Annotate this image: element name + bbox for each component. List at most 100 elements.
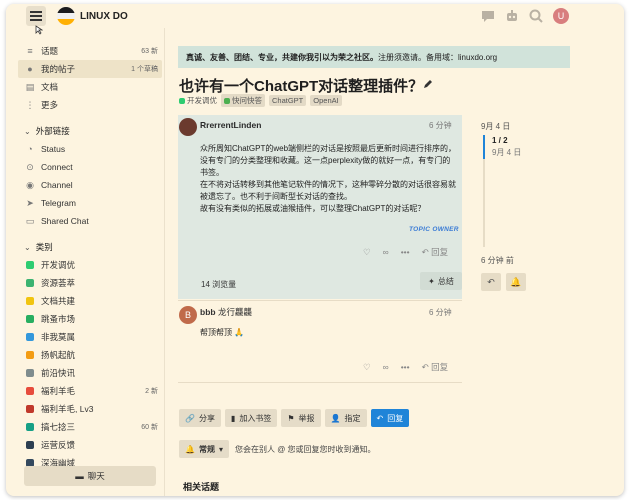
category-icon [24,441,36,449]
topic-owner-badge: TOPIC OWNER [409,226,459,233]
sidebar-link-connect[interactable]: ⊙ Connect [18,158,162,176]
sidebar-category-item[interactable]: 文档共建 [18,292,162,310]
post-author[interactable]: bbb 龙行龘龘 [200,306,252,318]
category-icon [24,297,36,305]
sidebar-link-channel[interactable]: ◉ Channel [18,176,162,194]
tag-chip[interactable]: OpenAI [310,95,342,106]
link-icon[interactable]: ∞ [383,247,389,257]
sidebar-item-label: 前沿快讯 [41,368,76,378]
bell-icon: 🔔 [510,276,522,287]
user-avatar[interactable]: U [553,8,569,24]
tag-chip[interactable]: ChatGPT [269,95,307,106]
sidebar-item-label: 非我莫属 [41,332,76,342]
sidebar-link-status[interactable]: ◔ Status [18,140,162,158]
timeline-notification-button[interactable]: 🔔 [506,273,526,291]
sidebar-item-more[interactable]: ⋮ 更多 [18,96,162,114]
sidebar-item-label: 更多 [41,100,59,110]
section-title: 外部链接 [35,126,70,136]
reply-label: 回复 [431,362,449,372]
chat-button[interactable]: ▬ 聊天 [24,466,156,486]
reply-label: 回复 [387,413,404,423]
timeline-position: 1 / 2 [492,136,508,145]
chat-icon: ▭ [25,215,35,226]
sidebar-divider [164,28,165,496]
avatar[interactable]: B [179,306,197,324]
timeline-handle[interactable] [483,135,485,159]
chat-label: 聊天 [87,471,105,481]
sidebar-link-shared-chat[interactable]: ▭ Shared Chat [18,212,162,230]
pencil-icon[interactable] [422,78,434,90]
sidebar-category-item[interactable]: 运营反馈 [18,436,162,454]
flag-icon: ⚑ [287,413,295,423]
bookmark-button[interactable]: ▮ 加入书签 [224,409,278,427]
robot-icon[interactable] [504,8,520,24]
sidebar-item-topics[interactable]: ≡ 话题 63 新 [18,42,162,60]
reply-button[interactable]: ↶ 回复 [422,361,449,373]
like-icon[interactable]: ♡ [363,247,371,258]
sidebar-item-my-posts[interactable]: ● 我的帖子 1 个草稿 [18,60,162,78]
sidebar-category-item[interactable]: 福利羊毛, Lv3 [18,400,162,418]
mouse-cursor-icon [35,25,43,35]
chevron-down-icon: ⌄ [24,126,31,136]
sidebar-category-item[interactable]: 资源荟萃 [18,274,162,292]
sidebar-section-links[interactable]: ⌄ 外部链接 [18,122,162,140]
assign-button[interactable]: 👤 指定 [324,409,367,427]
sidebar-category-item[interactable]: 开发调优 [18,256,162,274]
sidebar-category-item[interactable]: 搞七捻三 60 新 [18,418,162,436]
post-time[interactable]: 6 分钟 [429,307,452,318]
sidebar-category-item[interactable]: 前沿快讯 [18,364,162,382]
more-icon[interactable]: ••• [401,247,410,257]
sidebar-item-label: Connect [41,162,73,172]
telegram-icon: ➤ [26,197,34,208]
reply-button[interactable]: ↶ 回复 [422,246,449,258]
timeline-reply-button[interactable]: ↶ [481,273,501,291]
like-icon[interactable]: ♡ [363,362,371,373]
category-label: 开发调优 [187,96,217,105]
sidebar-section-categories[interactable]: ⌄ 类别 [18,238,162,256]
sidebar-item-label: 文档共建 [41,296,76,306]
post-author[interactable]: RrerrentLinden [200,120,261,130]
post-time[interactable]: 6 分钟 [429,120,452,131]
summarize-label: 总结 [437,276,454,286]
share-button[interactable]: 🔗 分享 [179,409,221,427]
topic-title[interactable]: 也许有一个ChatGPT对话整理插件？ [179,75,423,96]
hamburger-menu-button[interactable] [26,6,46,26]
avatar[interactable] [179,118,197,136]
reply-icon: ↶ [376,413,384,423]
sidebar-link-telegram[interactable]: ➤ Telegram [18,194,162,212]
sidebar-category-item[interactable]: 福利羊毛 2 新 [18,382,162,400]
sidebar-category-item[interactable]: 跳蚤市场 [18,310,162,328]
timeline-end-label[interactable]: 6 分钟 前 [481,255,514,266]
reply-button[interactable]: ↶ 回复 [370,409,410,427]
chat-bubble-icon[interactable] [480,8,496,24]
post-paragraph: 众所周知ChatGPT的web端侧栏的对话是按照最后更新时间进行排序的，没有专门… [200,144,457,177]
search-icon[interactable] [528,8,544,24]
reply-icon: ↶ [487,276,495,287]
tag-chip[interactable]: 快问快答 [221,94,265,107]
post-divider [178,382,462,383]
sidebar-category-item[interactable]: 扬帆起航 [18,346,162,364]
flag-button[interactable]: ⚑ 举报 [281,409,321,427]
related-topics-heading: 相关话题 [183,482,220,492]
link-icon[interactable]: ∞ [383,362,389,372]
sidebar-item-label: Shared Chat [41,216,89,226]
sidebar-item-label: 资源荟萃 [41,278,76,288]
post-actions: ♡ ∞ ••• ↶ 回复 [363,246,448,258]
channel-icon: ◉ [26,179,34,190]
sidebar-item-label: 我的帖子 [41,64,76,74]
summarize-button[interactable]: ✦ 总结 [420,272,462,290]
post-paragraph: 故有没有类似的拓展或油猴插件，可以整理ChatGPT的对话呢？ [200,204,426,213]
site-logo[interactable] [57,7,75,25]
more-icon[interactable]: ••• [401,362,410,372]
sidebar-item-label: 文档 [41,82,59,92]
category-badge[interactable]: 开发调优 [179,95,217,106]
sidebar-category-item[interactable]: 非我莫属 [18,328,162,346]
sidebar-item-label: 扬帆起航 [41,350,76,360]
category-icon [24,279,36,287]
category-icon [24,405,36,413]
timeline-start-date[interactable]: 9月 4 日 [481,121,510,132]
post-actions: ♡ ∞ ••• ↶ 回复 [363,361,448,373]
sidebar-item-docs[interactable]: ▤ 文档 [18,78,162,96]
site-name[interactable]: LINUX DO [80,11,128,22]
notification-level-dropdown[interactable]: 🔔 常规 ▾ [179,440,229,458]
